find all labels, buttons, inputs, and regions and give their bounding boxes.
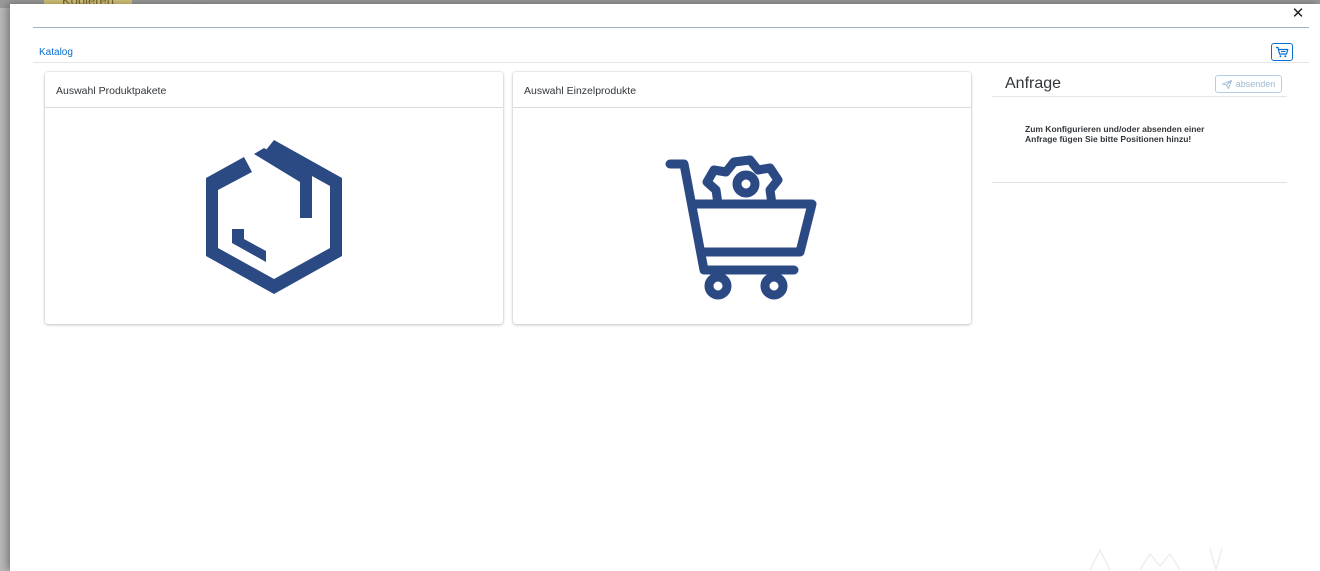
catalog-dialog: ✕ Katalog Auswahl Produktpakete Auswahl … [10,4,1320,571]
message-line-2: Anfrage fügen Sie bitte Positionen hinzu… [1025,134,1192,144]
header-divider [33,27,1309,28]
send-button[interactable]: absenden [1215,75,1282,93]
background-watermark [1089,547,1223,571]
paper-plane-icon [1221,79,1232,89]
card-title: Auswahl Einzelprodukte [513,72,971,108]
message-line-1: Zum Konfigurieren und/oder absenden eine… [1025,124,1205,134]
breadcrumb-katalog[interactable]: Katalog [39,47,73,58]
card-produktpakete[interactable]: Auswahl Produktpakete [45,72,503,324]
empty-request-message: Zum Konfigurieren und/oder absenden eine… [1025,124,1255,144]
panel-title: Anfrage [1005,75,1062,92]
cart-icon [1276,46,1289,58]
card-icon-area [45,109,503,324]
panel-bottom-divider [992,182,1287,183]
card-icon-area [513,109,971,324]
card-title: Auswahl Produktpakete [45,72,503,108]
cart-gear-icon [665,155,817,299]
breadcrumb-divider [33,62,1309,63]
cart-button[interactable] [1271,43,1293,61]
send-button-label: absenden [1235,79,1276,89]
package-hexagon-icon [206,139,342,294]
panel-divider [992,96,1287,97]
close-icon[interactable]: ✕ [1290,6,1306,22]
card-einzelprodukte[interactable]: Auswahl Einzelprodukte [513,72,971,324]
